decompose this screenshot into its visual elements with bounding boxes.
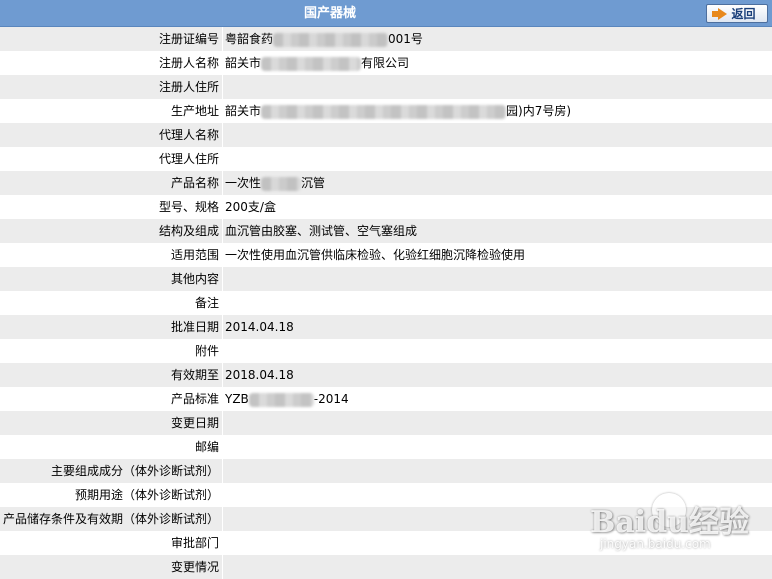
table-row: 预期用途（体外诊断试剂） (0, 483, 772, 507)
field-label: 注册证编号 (158, 32, 219, 46)
field-value-text: 一次性 (225, 176, 262, 190)
field-label: 其他内容 (170, 272, 219, 286)
table-row: 其他内容 (0, 267, 772, 291)
field-value-text: 有限公司 (361, 56, 410, 70)
redacted-text (248, 392, 314, 407)
table-row: 主要组成成分（体外诊断试剂） (0, 459, 772, 483)
field-value: 2018.04.18 (222, 363, 772, 387)
field-value (222, 75, 772, 99)
field-label: 注册人住所 (158, 80, 219, 94)
back-button[interactable]: 返回 (706, 4, 768, 23)
field-value: 韶关市 有限公司 (222, 51, 772, 75)
redacted-text (261, 104, 507, 119)
table-row: 产品储存条件及有效期（体外诊断试剂） (0, 507, 772, 531)
table-row: 邮编 (0, 435, 772, 459)
table-row: 代理人住所 (0, 147, 772, 171)
detail-table: 注册证编号 粤韶食药 001号 注册人名称 韶关市 有限公司 注册人住所 生产地址 韶关市 园)内… (0, 27, 772, 579)
field-value: 粤韶食药 001号 (222, 27, 772, 51)
field-value-text: 韶关市 (225, 104, 262, 118)
redacted-text (261, 56, 362, 71)
table-row: 结构及组成 血沉管由胶塞、测试管、空气塞组成 (0, 219, 772, 243)
table-row: 注册人名称 韶关市 有限公司 (0, 51, 772, 75)
field-value: 血沉管由胶塞、测试管、空气塞组成 (222, 219, 772, 243)
field-label: 产品储存条件及有效期（体外诊断试剂） (2, 512, 219, 526)
table-row: 型号、规格 200支/盒 (0, 195, 772, 219)
table-row: 代理人名称 (0, 123, 772, 147)
field-label: 产品标准 (170, 392, 219, 406)
field-value-text: 2014.04.18 (225, 320, 294, 334)
field-label: 备注 (194, 296, 219, 310)
field-value-text: YZB (225, 392, 249, 406)
field-label: 型号、规格 (158, 200, 219, 214)
field-value-text: 园)内7号房) (506, 104, 572, 118)
field-value (222, 507, 772, 531)
field-value-text: 2018.04.18 (225, 368, 294, 382)
table-row: 附件 (0, 339, 772, 363)
field-label: 变更日期 (170, 416, 219, 430)
field-value-text: 粤韶食药 (225, 32, 274, 46)
field-value (222, 483, 772, 507)
field-label: 注册人名称 (158, 56, 219, 70)
redacted-text (261, 176, 302, 191)
field-value (222, 411, 772, 435)
table-row: 审批部门 (0, 531, 772, 555)
field-label: 适用范围 (170, 248, 219, 262)
table-row: 注册证编号 粤韶食药 001号 (0, 27, 772, 51)
field-value: 一次性使用血沉管供临床检验、化验红细胞沉降检验使用 (222, 243, 772, 267)
page-title: 国产器械 (303, 6, 356, 21)
field-value: 2014.04.18 (222, 315, 772, 339)
field-value-text: 001号 (388, 32, 423, 46)
field-value-text: 一次性使用血沉管供临床检验、化验红细胞沉降检验使用 (225, 248, 526, 262)
table-row: 生产地址 韶关市 园)内7号房) (0, 99, 772, 123)
field-value: 200支/盒 (222, 195, 772, 219)
field-label: 代理人住所 (158, 152, 219, 166)
field-value (222, 459, 772, 483)
field-value-text: 韶关市 (225, 56, 262, 70)
table-row: 适用范围 一次性使用血沉管供临床检验、化验红细胞沉降检验使用 (0, 243, 772, 267)
field-value-text: -2014 (313, 392, 349, 406)
table-row: 变更日期 (0, 411, 772, 435)
field-value: YZB -2014 (222, 387, 772, 411)
table-row: 产品名称 一次性 沉管 (0, 171, 772, 195)
redacted-text (273, 32, 389, 47)
field-label: 产品名称 (170, 176, 219, 190)
field-label: 变更情况 (170, 560, 219, 574)
arrow-right-icon (712, 7, 728, 20)
field-label: 有效期至 (170, 368, 219, 382)
field-value (222, 291, 772, 315)
field-value: 一次性 沉管 (222, 171, 772, 195)
table-row: 产品标准 YZB -2014 (0, 387, 772, 411)
field-value (222, 435, 772, 459)
table-row: 备注 (0, 291, 772, 315)
back-button-label: 返回 (731, 7, 756, 21)
field-value (222, 123, 772, 147)
table-row: 批准日期 2014.04.18 (0, 315, 772, 339)
field-value-text: 200支/盒 (225, 200, 276, 214)
field-label: 结构及组成 (158, 224, 219, 238)
field-label: 邮编 (194, 440, 219, 454)
field-value-text: 血沉管由胶塞、测试管、空气塞组成 (225, 224, 418, 238)
field-value (222, 147, 772, 171)
title-bar: 国产器械 返回 (0, 0, 772, 27)
field-label: 代理人名称 (158, 128, 219, 142)
table-row: 变更情况 (0, 555, 772, 579)
field-value: 韶关市 园)内7号房) (222, 99, 772, 123)
field-value (222, 267, 772, 291)
field-label: 附件 (194, 344, 219, 358)
field-label: 预期用途（体外诊断试剂） (74, 488, 219, 502)
field-value (222, 555, 772, 579)
field-label: 审批部门 (170, 536, 219, 550)
table-row: 有效期至 2018.04.18 (0, 363, 772, 387)
field-value (222, 531, 772, 555)
field-label: 批准日期 (170, 320, 219, 334)
field-label: 生产地址 (170, 104, 219, 118)
table-row: 注册人住所 (0, 75, 772, 99)
field-value-text: 沉管 (301, 176, 326, 190)
field-value (222, 339, 772, 363)
field-label: 主要组成成分（体外诊断试剂） (50, 464, 219, 478)
